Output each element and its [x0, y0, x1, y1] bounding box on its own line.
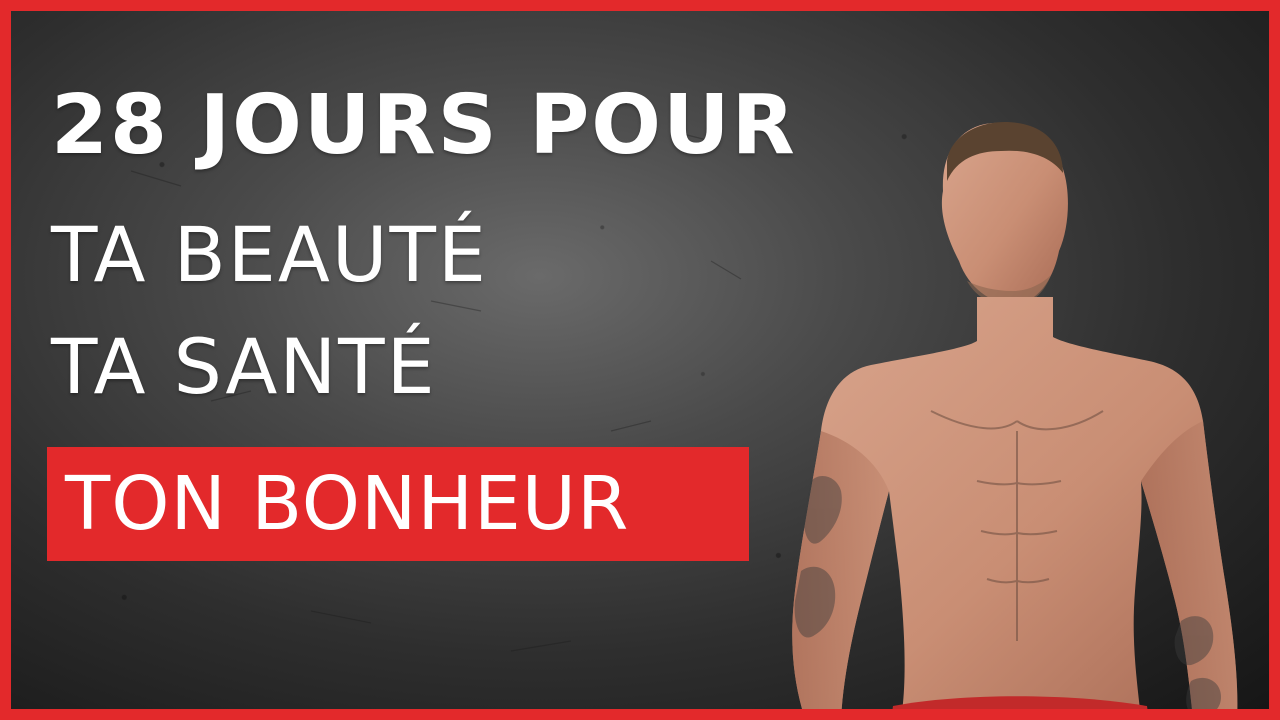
highlight-text: TON BONHEUR [65, 461, 630, 547]
headline-line-2: TA BEAUTÉ [51, 210, 488, 299]
headline-line-3: TA SANTÉ [51, 322, 437, 411]
headline-line-1: 28 JOURS POUR [51, 78, 797, 173]
shirtless-man-photo-icon [792, 122, 1238, 709]
video-thumbnail: 28 JOURS POUR TA BEAUTÉ TA SANTÉ TON BON… [0, 0, 1280, 720]
